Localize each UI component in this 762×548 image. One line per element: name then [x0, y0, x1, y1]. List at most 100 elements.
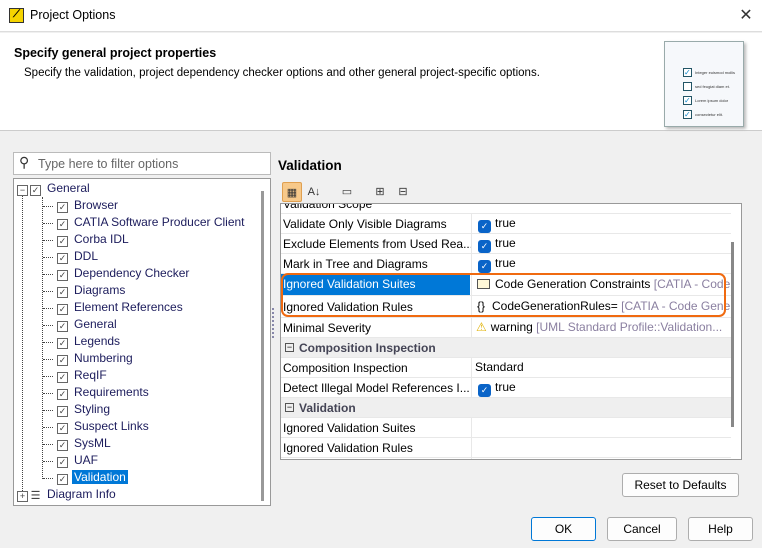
property-value: true	[495, 256, 516, 270]
grid-row[interactable]: Mark in Tree and Diagrams ✓ true	[281, 254, 731, 274]
help-button[interactable]: Help	[688, 517, 753, 541]
grid-row[interactable]: Detect Illegal Model References I... ✓ tru…	[281, 378, 731, 398]
tree-connector	[43, 393, 53, 394]
tree-item[interactable]: ✓ Browser	[43, 198, 120, 215]
tree-label: Dependency Checker	[74, 266, 190, 280]
tree-connector	[43, 359, 53, 360]
reset-to-defaults-button[interactable]: Reset to Defaults	[622, 473, 739, 497]
checkbox-checked[interactable]: ✓	[478, 260, 491, 273]
grid-row[interactable]: Ignored Validation Suites	[281, 418, 731, 438]
checkbox[interactable]: ✓	[30, 185, 41, 196]
tree-item[interactable]: ✓ Diagrams	[43, 283, 127, 300]
ok-button[interactable]: OK	[531, 517, 596, 541]
close-button[interactable]: ✕	[735, 5, 757, 27]
tree-item[interactable]: ✓ Corba IDL	[43, 232, 131, 249]
tree-item-diagram-info[interactable]: + ☰ Diagram Info	[17, 487, 118, 504]
checkbox[interactable]: ✓	[57, 423, 68, 434]
splitter-handle[interactable]	[272, 308, 275, 338]
tree-connector	[43, 206, 53, 207]
tree-item-general[interactable]: − ✓ General	[17, 181, 92, 198]
checkbox-checked[interactable]: ✓	[478, 240, 491, 253]
tree-item[interactable]: ✓ Legends	[43, 334, 122, 351]
tree-item[interactable]: ✓ General	[43, 317, 119, 334]
description-button[interactable]: ▭	[337, 182, 357, 202]
checkbox[interactable]: ✓	[57, 457, 68, 468]
collapse-all-button[interactable]: ⊟	[393, 182, 413, 202]
category-label: Composition Inspection	[299, 341, 436, 355]
filter-input[interactable]: ⚲ Type here to filter options	[13, 152, 271, 175]
grid-row[interactable]: Minimal Severity ⚠ warning [UML Standard P…	[281, 318, 731, 338]
grid-row[interactable]: Exclude Elements from Used Rea... ✓ true	[281, 234, 731, 254]
expand-icon[interactable]: +	[17, 491, 28, 502]
checkbox[interactable]: ✓	[57, 389, 68, 400]
tree-item[interactable]: ✓ CATIA Software Producer Client	[43, 215, 247, 232]
property-value: true	[495, 380, 516, 394]
tree-connector	[43, 274, 53, 275]
grid-row[interactable]: Ignored Validation Rules	[281, 438, 731, 458]
category-row[interactable]: − Validation	[281, 398, 731, 418]
tree-item[interactable]: ✓ Numbering	[43, 351, 135, 368]
checkbox[interactable]: ✓	[57, 321, 68, 332]
checkbox[interactable]: ✓	[57, 270, 68, 281]
property-value: true	[495, 236, 516, 250]
checkbox[interactable]: ✓	[57, 355, 68, 366]
tree-scrollbar[interactable]	[261, 191, 264, 501]
search-icon: ⚲	[19, 154, 30, 170]
tree-connector	[43, 410, 53, 411]
property-grid[interactable]: Validation Scope Validate Only Visible D…	[280, 203, 742, 460]
tree-item[interactable]: ✓ Requirements	[43, 385, 151, 402]
tree-item[interactable]: ✓ DDL	[43, 249, 100, 266]
checkbox[interactable]: ✓	[57, 474, 68, 485]
checkbox-checked[interactable]: ✓	[478, 384, 491, 397]
checkbox[interactable]: ✓	[57, 406, 68, 417]
category-row[interactable]: − Composition Inspection	[281, 338, 731, 358]
checkbox[interactable]: ✓	[57, 236, 68, 247]
tree-connector	[43, 342, 53, 343]
tree-label: CATIA Software Producer Client	[74, 215, 245, 229]
collapse-icon[interactable]: −	[285, 403, 294, 412]
checkbox[interactable]: ✓	[57, 219, 68, 230]
collapse-icon[interactable]: −	[17, 185, 28, 196]
tree-item[interactable]: ✓ ReqIF	[43, 368, 109, 385]
tree-item[interactable]: ✓ Suspect Links	[43, 419, 151, 436]
options-tree[interactable]: − ✓ General ✓ Browser ✓ CATIA Software Produc…	[13, 178, 271, 506]
tree-item[interactable]: ✓ Styling	[43, 402, 112, 419]
cancel-button[interactable]: Cancel	[607, 517, 677, 541]
checkbox[interactable]: ✓	[57, 202, 68, 213]
grid-row[interactable]: Validation Scope	[281, 204, 731, 214]
doc-line: consectetur elit.	[695, 112, 724, 117]
tree-label: Styling	[74, 402, 111, 416]
checkbox[interactable]: ✓	[57, 372, 68, 383]
property-owner: [UML Standard Profile::Validation...	[536, 320, 723, 334]
tree-connector	[43, 376, 53, 377]
checkbox[interactable]: ✓	[57, 338, 68, 349]
collapse-icon[interactable]: −	[285, 343, 294, 352]
expand-all-button[interactable]: ⊞	[370, 182, 390, 202]
sort-alphabetical-button[interactable]: A↓	[304, 182, 324, 202]
property-key: Ignored Validation Suites	[283, 421, 416, 435]
tree-item[interactable]: ✓ SysML	[43, 436, 113, 453]
checkbox[interactable]: ✓	[57, 304, 68, 315]
property-key: Detect Illegal Model References I...	[283, 381, 470, 395]
tree-item[interactable]: ✓ Element References	[43, 300, 185, 317]
app-icon: ⟋	[9, 8, 24, 23]
tree-connector	[43, 461, 53, 462]
checklist-document-icon: ✓ Integer euismod mollis sed feugiat diam…	[664, 41, 744, 127]
categorized-view-button[interactable]: ▦	[282, 182, 302, 202]
tree-item[interactable]: ✓ Validation	[43, 470, 128, 487]
checkbox[interactable]: ✓	[57, 287, 68, 298]
property-key: Validate Only Visible Diagrams	[283, 217, 447, 231]
checkbox[interactable]: ✓	[57, 253, 68, 264]
grid-scrollbar[interactable]	[731, 242, 734, 427]
tree-label: Suspect Links	[74, 419, 149, 433]
checkbox-checked[interactable]: ✓	[478, 220, 491, 233]
tree-item[interactable]: ✓ UAF	[43, 453, 100, 470]
tree-item[interactable]: ✓ Dependency Checker	[43, 266, 191, 283]
highlight-outline	[281, 273, 726, 317]
grid-row[interactable]	[281, 458, 731, 459]
window-title: Project Options	[30, 8, 116, 22]
tree-label: Diagrams	[74, 283, 126, 297]
grid-row[interactable]: Validate Only Visible Diagrams ✓ true	[281, 214, 731, 234]
checkbox[interactable]: ✓	[57, 440, 68, 451]
grid-row[interactable]: Composition Inspection Standard	[281, 358, 731, 378]
